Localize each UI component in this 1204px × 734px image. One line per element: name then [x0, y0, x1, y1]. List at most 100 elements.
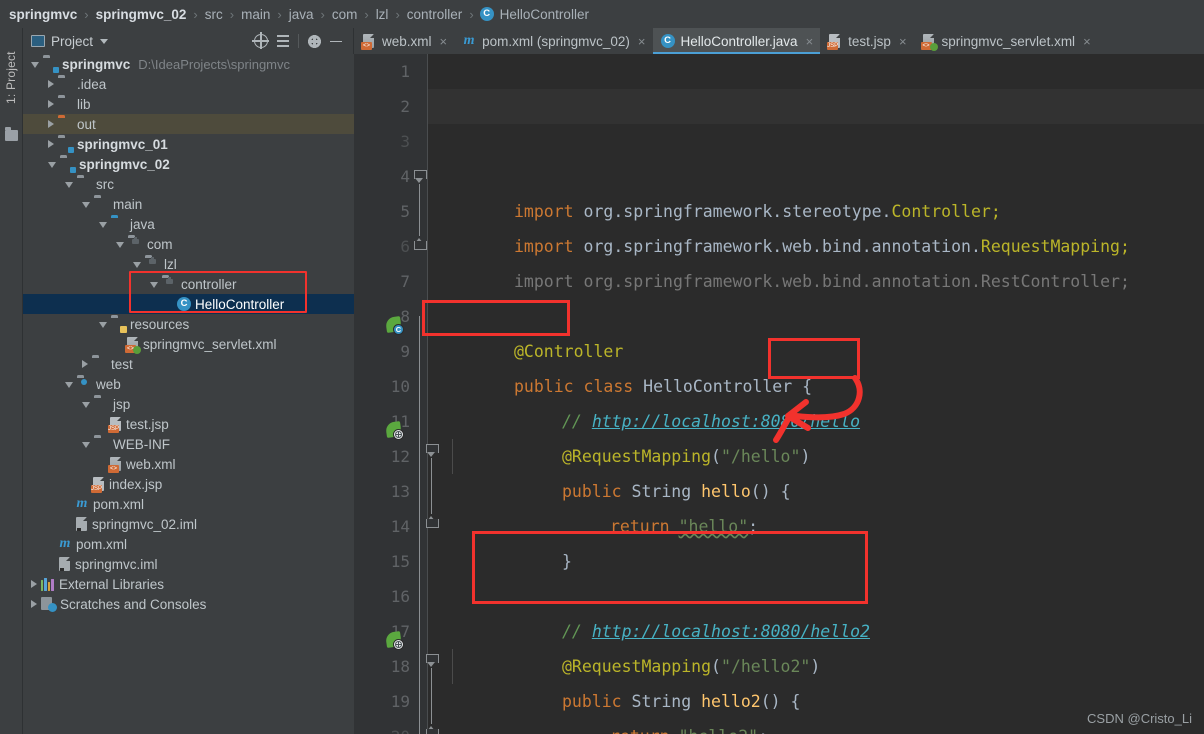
editor-tab-web-xml[interactable]: <> web.xml ×: [354, 28, 454, 54]
tree-node-web[interactable]: web: [23, 374, 354, 394]
tree-node-web-inf[interactable]: WEB-INF: [23, 434, 354, 454]
expand-arrow-icon[interactable]: [48, 140, 54, 148]
expand-arrow-icon[interactable]: [133, 262, 141, 268]
fold-region-start-icon[interactable]: [414, 170, 427, 184]
settings-button[interactable]: [303, 30, 325, 52]
hide-panel-button[interactable]: [325, 30, 347, 52]
expand-arrow-icon[interactable]: [31, 600, 37, 608]
expand-arrow-icon[interactable]: [116, 242, 124, 248]
breadcrumb-item-main[interactable]: main: [240, 7, 271, 22]
close-icon[interactable]: ×: [899, 34, 907, 49]
close-icon[interactable]: ×: [806, 34, 814, 49]
fold-method-start-icon[interactable]: [426, 654, 439, 668]
close-icon[interactable]: ×: [440, 34, 448, 49]
tree-node-external-libraries[interactable]: External Libraries: [23, 574, 354, 594]
tree-node-pom-xml[interactable]: m pom.xml: [23, 494, 354, 514]
tree-node-lib[interactable]: lib: [23, 94, 354, 114]
tree-node-label: WEB-INF: [113, 436, 170, 452]
expand-arrow-icon[interactable]: [48, 80, 54, 88]
tree-node-label: java: [130, 216, 155, 232]
expand-arrow-icon[interactable]: [48, 100, 54, 108]
spring-bean-gutter-icon[interactable]: C: [385, 316, 404, 335]
expand-arrow-icon[interactable]: [82, 402, 90, 408]
breadcrumb-item-com[interactable]: com: [331, 7, 359, 22]
code-editor[interactable]: package com.lzl.controller; import org.s…: [354, 54, 1204, 734]
tree-node-hellocontroller[interactable]: C HelloController: [23, 294, 354, 314]
tree-node-lzl[interactable]: lzl: [23, 254, 354, 274]
project-tree[interactable]: springmvc D:\IdeaProjects\springmvc .idea l…: [23, 54, 354, 734]
tree-node-jsp[interactable]: jsp: [23, 394, 354, 414]
maven-file-icon: m: [76, 496, 88, 511]
breadcrumb-item-src[interactable]: src: [204, 7, 224, 22]
tree-node-label: Scratches and Consoles: [60, 596, 207, 612]
java-class-icon: C: [177, 297, 191, 311]
expand-arrow-icon[interactable]: [48, 120, 54, 128]
editor-tab-springmvc-servlet-xml[interactable]: <> springmvc_servlet.xml ×: [914, 28, 1098, 54]
code-line-11: @RequestMapping("/hello"): [428, 404, 1204, 466]
expand-arrow-icon[interactable]: [99, 222, 107, 228]
tree-node-label: .idea: [77, 76, 107, 92]
tree-node-index-jsp[interactable]: JSP index.jsp: [23, 474, 354, 494]
expand-arrow-icon[interactable]: [65, 382, 73, 388]
close-icon[interactable]: ×: [1083, 34, 1091, 49]
tree-node-resources[interactable]: resources: [23, 314, 354, 334]
breadcrumb-item-springmvc-02[interactable]: springmvc_02: [95, 7, 188, 22]
expand-arrow-icon[interactable]: [82, 360, 88, 368]
editor-tab-bar[interactable]: <> web.xml × m pom.xml (springmvc_02) × C Hello…: [354, 28, 1204, 54]
tree-node-web-xml[interactable]: <> web.xml: [23, 454, 354, 474]
spring-request-mapping-gutter-icon[interactable]: [385, 631, 404, 650]
tree-node-springmvc-02-iml[interactable]: springmvc_02.iml: [23, 514, 354, 534]
tree-node-springmvc-iml[interactable]: springmvc.iml: [23, 554, 354, 574]
tree-node-test-jsp[interactable]: JSP test.jsp: [23, 414, 354, 434]
collapse-all-button[interactable]: [272, 30, 294, 52]
tree-node-springmvc-01[interactable]: springmvc_01: [23, 134, 354, 154]
tree-node-java[interactable]: java: [23, 214, 354, 234]
breadcrumb-item-controller[interactable]: controller: [406, 7, 464, 22]
breadcrumb-item-java[interactable]: java: [288, 7, 315, 22]
spring-request-mapping-gutter-icon[interactable]: [385, 421, 404, 440]
tree-node-com[interactable]: com: [23, 234, 354, 254]
tree-node-main[interactable]: main: [23, 194, 354, 214]
tree-node--idea[interactable]: .idea: [23, 74, 354, 94]
project-tool-window-button[interactable]: 1: Project: [0, 32, 23, 124]
line-number: 10: [390, 377, 410, 396]
tree-node-test[interactable]: test: [23, 354, 354, 374]
package-folder-icon: [128, 237, 143, 251]
tree-node-out[interactable]: out: [23, 114, 354, 134]
tree-node-springmvc-servlet-xml[interactable]: <> springmvc_servlet.xml: [23, 334, 354, 354]
breadcrumb-item-lzl[interactable]: lzl: [375, 7, 390, 22]
locate-in-tree-button[interactable]: [250, 30, 272, 52]
tree-node-src[interactable]: src: [23, 174, 354, 194]
fold-region-end-icon[interactable]: [414, 236, 427, 250]
expand-arrow-icon[interactable]: [82, 442, 90, 448]
tree-node-controller[interactable]: controller: [23, 274, 354, 294]
tree-node-springmvc[interactable]: springmvc D:\IdeaProjects\springmvc: [23, 54, 354, 74]
iml-file-icon: [58, 556, 71, 572]
code-content[interactable]: package com.lzl.controller; import org.s…: [428, 54, 1204, 734]
expand-arrow-icon[interactable]: [82, 202, 90, 208]
editor-tab-pom-xml-springmvc-02-[interactable]: m pom.xml (springmvc_02) ×: [454, 28, 652, 54]
close-icon[interactable]: ×: [638, 34, 646, 49]
breadcrumb-item-springmvc[interactable]: springmvc: [8, 7, 78, 22]
project-panel: Project springmvc D:\IdeaProjects\springm…: [23, 28, 354, 734]
fold-method-start-icon[interactable]: [426, 444, 439, 458]
class-fold-line: [419, 316, 420, 734]
tree-node-pom-xml[interactable]: m pom.xml: [23, 534, 354, 554]
breadcrumb-item-hellocontroller[interactable]: C HelloController: [479, 7, 590, 22]
expand-arrow-icon[interactable]: [48, 162, 56, 168]
tree-node-springmvc-02[interactable]: springmvc_02: [23, 154, 354, 174]
expand-arrow-icon[interactable]: [31, 580, 37, 588]
editor-tab-test-jsp[interactable]: JSP test.jsp ×: [820, 28, 913, 54]
expand-arrow-icon[interactable]: [150, 282, 158, 288]
expand-arrow-icon[interactable]: [31, 62, 39, 68]
chevron-down-icon[interactable]: [100, 38, 109, 44]
fold-method-end-icon[interactable]: [426, 724, 439, 734]
expand-arrow-icon[interactable]: [65, 182, 73, 188]
editor-tab-hellocontroller-java[interactable]: C HelloController.java ×: [652, 28, 821, 54]
folder-icon[interactable]: [5, 127, 18, 141]
expand-arrow-icon[interactable]: [99, 322, 107, 328]
fold-method-end-icon[interactable]: [426, 514, 439, 528]
line-number: 16: [390, 587, 410, 606]
tree-node-scratches-and-consoles[interactable]: Scratches and Consoles: [23, 594, 354, 614]
